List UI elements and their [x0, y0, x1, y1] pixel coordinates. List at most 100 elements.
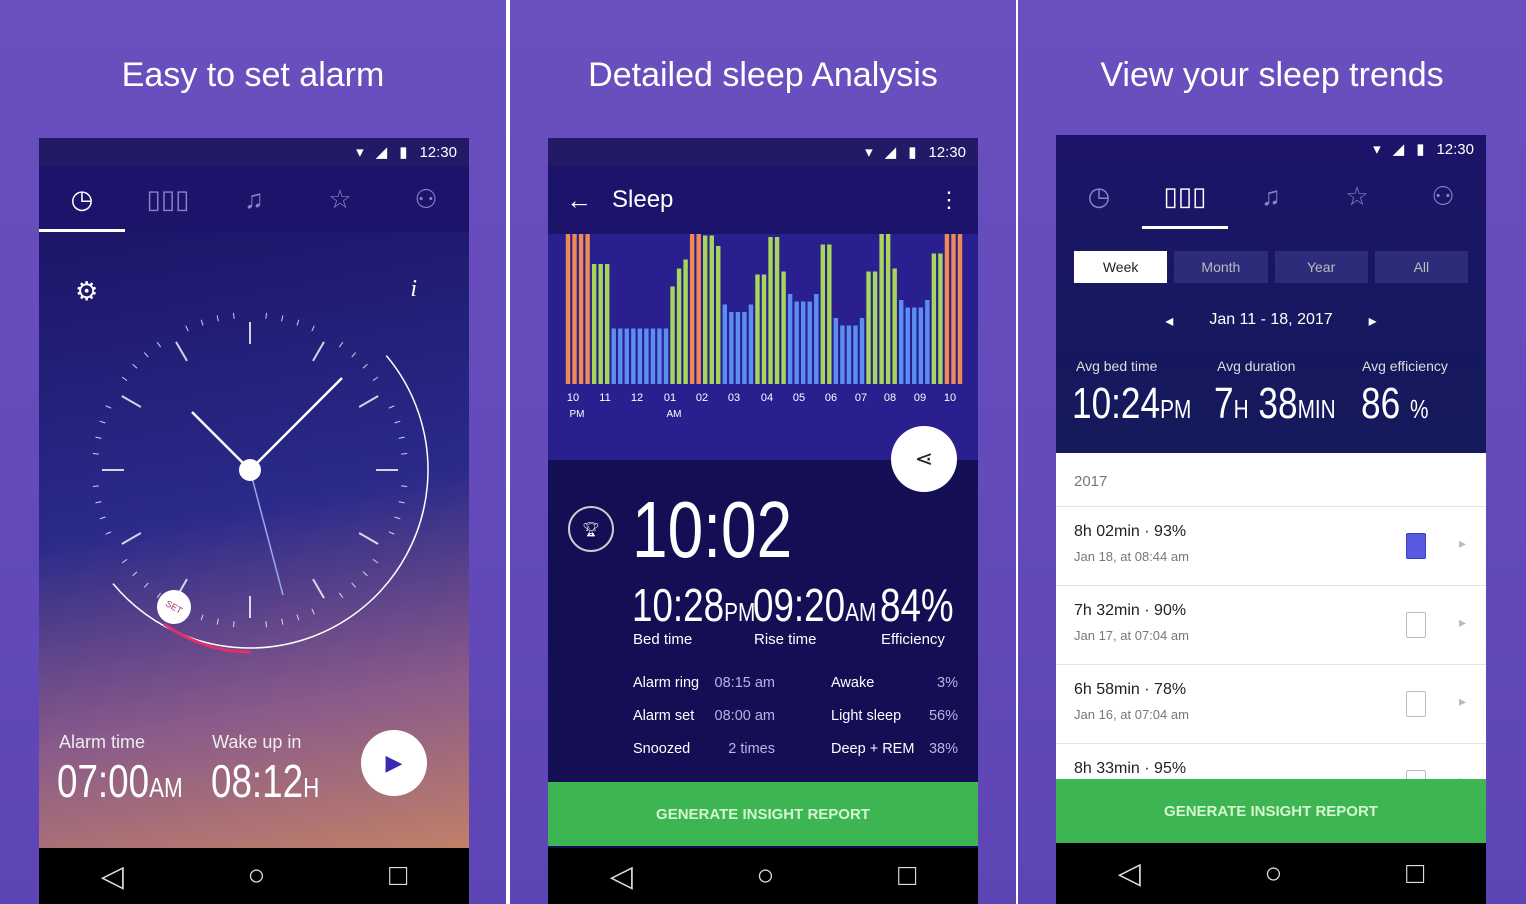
- next-week-icon[interactable]: ▸: [1369, 311, 1377, 331]
- sleep-bar: [716, 246, 721, 384]
- total-sleep: 10:02: [632, 485, 793, 574]
- stage-label: Deep + REM: [831, 741, 915, 757]
- sleep-bar: [925, 300, 930, 384]
- panel-alarm: Easy to set alarm ▾ ◢ ▮ 12:30 ◷ ▯▯▯ ♫ ☆ ⚇ ⚙…: [0, 0, 506, 904]
- alarm-time-value: 07:00AM: [57, 755, 183, 807]
- phone-sleep: ▾ ◢ ▮ 12:30 ← Sleep ⋮ 10 PM 11 12 01 AM 02 03 04 05 0…: [548, 138, 978, 904]
- tab-music[interactable]: ♫: [1228, 163, 1314, 229]
- tab-clock[interactable]: ◷: [39, 166, 125, 232]
- clock-tick: [311, 608, 315, 615]
- back-arrow-icon[interactable]: ←: [566, 185, 592, 216]
- clock-tick: [121, 395, 142, 408]
- sleep-bar: [585, 234, 590, 384]
- sleep-bar: [572, 234, 577, 384]
- sleep-bar: [722, 304, 727, 384]
- alarm-time-label: Alarm time: [59, 732, 146, 752]
- panel-title: Detailed sleep Analysis: [588, 56, 938, 94]
- avg-duration-label: Avg duration: [1217, 358, 1296, 374]
- tab-music[interactable]: ♫: [211, 166, 297, 232]
- avg-efficiency-value: 86 %: [1361, 379, 1429, 428]
- sleep-bar: [885, 234, 891, 384]
- sleep-bar: [820, 244, 825, 384]
- clock-tick: [351, 352, 357, 358]
- screen-title: Sleep: [612, 186, 674, 213]
- home-icon[interactable]: ○: [247, 859, 265, 893]
- range-week[interactable]: Week: [1074, 251, 1168, 283]
- clock-tick: [132, 363, 138, 369]
- tab-profile[interactable]: ⚇: [1400, 163, 1486, 229]
- range-year[interactable]: Year: [1274, 251, 1368, 283]
- clock-tick: [281, 315, 284, 322]
- clock-tick: [394, 516, 401, 520]
- status-bar: ▾ ◢ ▮ 12:30: [548, 138, 978, 166]
- battery-icon: ▮: [1416, 141, 1425, 158]
- clock-tick: [312, 578, 325, 599]
- analog-clock[interactable]: [39, 272, 469, 672]
- sleep-history-item[interactable]: 8h 02min · 93% Jan 18, at 08:44 am ▸: [1056, 507, 1486, 586]
- more-vert-icon[interactable]: ⋮: [938, 187, 960, 213]
- tab-favorites[interactable]: ☆: [1314, 163, 1400, 229]
- generate-report-button[interactable]: GENERATE INSIGHT REPORT: [1056, 779, 1486, 843]
- status-bar: ▾ ◢ ▮ 12:30: [39, 138, 469, 166]
- recents-icon[interactable]: □: [898, 859, 916, 893]
- x-tick-label: 08: [884, 392, 896, 404]
- stage-percentages: Awake 3% Light sleep 56% Deep + REM 38%: [831, 675, 958, 774]
- report-document-icon[interactable]: [1406, 533, 1426, 559]
- music-icon: ♫: [244, 183, 264, 214]
- sleep-bar: [637, 328, 643, 384]
- phone-alarm: ▾ ◢ ▮ 12:30 ◷ ▯▯▯ ♫ ☆ ⚇ ⚙ i SET Alarm time …: [39, 138, 469, 904]
- battery-icon: ▮: [908, 144, 917, 161]
- prev-week-icon[interactable]: ◂: [1165, 311, 1173, 331]
- clock-tick: [105, 405, 112, 409]
- clock-tick: [99, 516, 106, 520]
- share-button[interactable]: ⋖: [891, 426, 957, 492]
- wifi-icon: ▾: [865, 144, 873, 161]
- detail-value: 2 times: [728, 741, 775, 757]
- range-all[interactable]: All: [1374, 251, 1468, 283]
- sleep-bar: [912, 307, 917, 384]
- tab-stats[interactable]: ▯▯▯: [125, 166, 211, 232]
- sleep-history-item[interactable]: 6h 58min · 78% Jan 16, at 07:04 am ▸: [1056, 665, 1486, 744]
- chevron-right-icon: ▸: [1458, 693, 1466, 709]
- clock-tick: [338, 341, 344, 348]
- sleep-bar: [905, 307, 910, 384]
- document-icon[interactable]: [1406, 691, 1426, 717]
- recents-icon[interactable]: □: [1406, 857, 1424, 891]
- sleep-bar: [591, 264, 597, 384]
- tab-clock[interactable]: ◷: [1056, 163, 1142, 229]
- x-tick-label: 05: [793, 392, 805, 404]
- sleep-bar: [944, 234, 950, 384]
- x-tick-label: 01: [664, 392, 676, 404]
- detail-value: 08:00 am: [714, 708, 775, 724]
- sleep-history-item[interactable]: 7h 32min · 90% Jan 17, at 07:04 am ▸: [1056, 586, 1486, 665]
- back-icon[interactable]: ◁: [101, 859, 124, 894]
- recents-icon[interactable]: □: [389, 859, 407, 893]
- play-button[interactable]: ▶: [361, 730, 427, 796]
- detail-label: Alarm ring: [633, 675, 700, 691]
- home-icon[interactable]: ○: [1264, 857, 1282, 891]
- tab-favorites[interactable]: ☆: [297, 166, 383, 232]
- stage-label: Awake: [831, 675, 875, 691]
- efficiency-label: Efficiency: [881, 631, 945, 648]
- stats-icon: ▯▯▯: [146, 183, 190, 214]
- clock-tick: [372, 558, 379, 564]
- x-tick-sublabel: AM: [667, 409, 682, 420]
- sleep-bar: [696, 234, 701, 384]
- clock-tick: [338, 592, 344, 599]
- home-icon[interactable]: ○: [756, 859, 774, 893]
- profile-icon: ⚇: [414, 183, 438, 214]
- tab-stats[interactable]: ▯▯▯: [1142, 163, 1228, 229]
- clock-tick: [394, 420, 401, 424]
- clock-tick: [95, 436, 102, 439]
- sleep-bar: [787, 294, 793, 384]
- detail-value: 08:15 am: [714, 675, 775, 691]
- year-header: 2017: [1056, 453, 1486, 507]
- back-icon[interactable]: ◁: [610, 859, 633, 894]
- document-icon[interactable]: [1406, 612, 1426, 638]
- back-icon[interactable]: ◁: [1118, 856, 1141, 891]
- generate-report-button[interactable]: GENERATE INSIGHT REPORT: [548, 782, 978, 846]
- x-tick-label: 12: [631, 392, 643, 404]
- range-month[interactable]: Month: [1174, 251, 1268, 283]
- sleep-bar: [650, 328, 656, 384]
- tab-profile[interactable]: ⚇: [383, 166, 469, 232]
